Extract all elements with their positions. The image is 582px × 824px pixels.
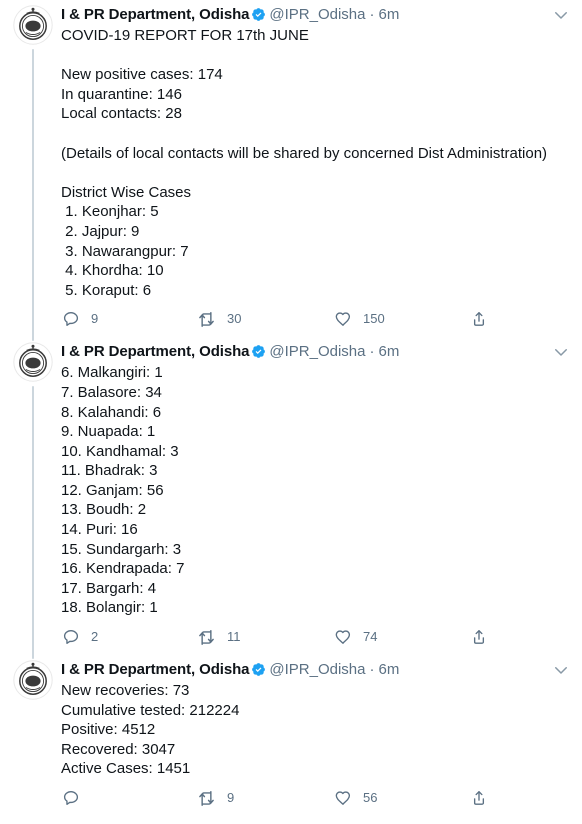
heart-icon <box>333 628 352 647</box>
like-button[interactable]: 150 <box>333 310 469 329</box>
author-handle[interactable]: @IPR_Odisha <box>269 5 365 25</box>
reply-icon <box>61 310 80 329</box>
share-icon <box>469 628 488 647</box>
tweet-timestamp[interactable]: 6m <box>378 660 399 680</box>
author-handle[interactable]: @IPR_Odisha <box>269 660 365 680</box>
author-display-name[interactable]: I & PR Department, Odisha <box>61 342 249 362</box>
tweet-content: I & PR Department, Odisha @IPR_Odisha · … <box>56 659 570 816</box>
tweet-content: I & PR Department, Odisha @IPR_Odisha · … <box>56 341 570 655</box>
thread-connector-line <box>31 386 34 660</box>
verified-badge-icon <box>251 344 266 359</box>
tweet-action-bar: 9 30 150 <box>61 303 491 335</box>
avatar[interactable] <box>12 660 53 701</box>
retweet-icon <box>197 789 216 808</box>
like-button[interactable]: 56 <box>333 789 469 808</box>
tweet-header: I & PR Department, Odisha @IPR_Odisha · … <box>61 659 570 680</box>
avatar[interactable] <box>12 5 53 45</box>
share-button[interactable] <box>469 789 488 808</box>
retweet-button[interactable]: 9 <box>197 789 333 808</box>
heart-icon <box>333 310 352 329</box>
header-separator: · <box>369 5 375 23</box>
tweet-item[interactable]: I & PR Department, Odisha @IPR_Odisha · … <box>0 337 582 660</box>
retweet-icon <box>197 628 216 647</box>
like-count: 74 <box>363 629 378 645</box>
tweet-header: I & PR Department, Odisha @IPR_Odisha · … <box>61 4 570 25</box>
share-button[interactable] <box>469 310 488 329</box>
retweet-count: 11 <box>227 629 241 645</box>
tweet-action-bar: 9 56 <box>61 782 491 814</box>
tweet-timestamp[interactable]: 6m <box>378 342 399 362</box>
chevron-down-icon[interactable] <box>544 343 570 361</box>
retweet-button[interactable]: 11 <box>197 628 333 647</box>
avatar[interactable] <box>12 342 53 383</box>
reply-button[interactable]: 9 <box>61 310 197 329</box>
verified-badge-icon <box>251 7 266 22</box>
retweet-count: 9 <box>227 790 235 805</box>
share-icon <box>469 310 488 329</box>
reply-icon <box>61 789 80 808</box>
tweet-text: 6. Malkangiri: 1 7. Balasore: 34 8. Kala… <box>61 364 185 617</box>
chevron-down-icon[interactable] <box>544 6 570 24</box>
retweet-icon <box>197 310 216 329</box>
retweet-button[interactable]: 30 <box>197 310 333 329</box>
tweet-text: New recoveries: 73 Cumulative tested: 21… <box>61 682 240 778</box>
share-button[interactable] <box>469 628 488 647</box>
tweet-thread-feed: I & PR Department, Odisha @IPR_Odisha · … <box>0 0 582 816</box>
author-display-name[interactable]: I & PR Department, Odisha <box>61 660 249 680</box>
reply-count: 2 <box>91 629 99 645</box>
tweet-action-bar: 2 11 74 <box>61 621 491 653</box>
share-icon <box>469 789 488 808</box>
reply-count: 9 <box>91 311 99 327</box>
tweet-content: I & PR Department, Odisha @IPR_Odisha · … <box>56 4 570 337</box>
reply-button[interactable]: 2 <box>61 628 197 647</box>
tweet-item[interactable]: I & PR Department, Odisha @IPR_Odisha · … <box>0 655 582 816</box>
header-separator: · <box>369 660 375 678</box>
tweet-header: I & PR Department, Odisha @IPR_Odisha · … <box>61 341 570 362</box>
chevron-down-icon[interactable] <box>544 661 570 679</box>
heart-icon <box>333 789 352 808</box>
verified-badge-icon <box>251 662 266 677</box>
thread-connector-line <box>32 704 34 820</box>
tweet-text: COVID-19 REPORT FOR 17th JUNE New positi… <box>61 27 548 299</box>
author-handle[interactable]: @IPR_Odisha <box>269 342 365 362</box>
like-count: 150 <box>363 311 385 327</box>
tweet-gutter <box>9 4 56 342</box>
header-separator: · <box>369 342 375 360</box>
tweet-timestamp[interactable]: 6m <box>378 5 399 25</box>
reply-button[interactable] <box>61 789 197 808</box>
tweet-gutter <box>9 341 56 660</box>
like-button[interactable]: 74 <box>333 628 469 647</box>
tweet-gutter <box>9 659 56 816</box>
reply-icon <box>61 628 80 647</box>
tweet-item[interactable]: I & PR Department, Odisha @IPR_Odisha · … <box>0 0 582 342</box>
author-display-name[interactable]: I & PR Department, Odisha <box>61 5 249 25</box>
retweet-count: 30 <box>227 311 242 327</box>
like-count: 56 <box>363 790 378 805</box>
thread-connector-line <box>31 49 34 342</box>
